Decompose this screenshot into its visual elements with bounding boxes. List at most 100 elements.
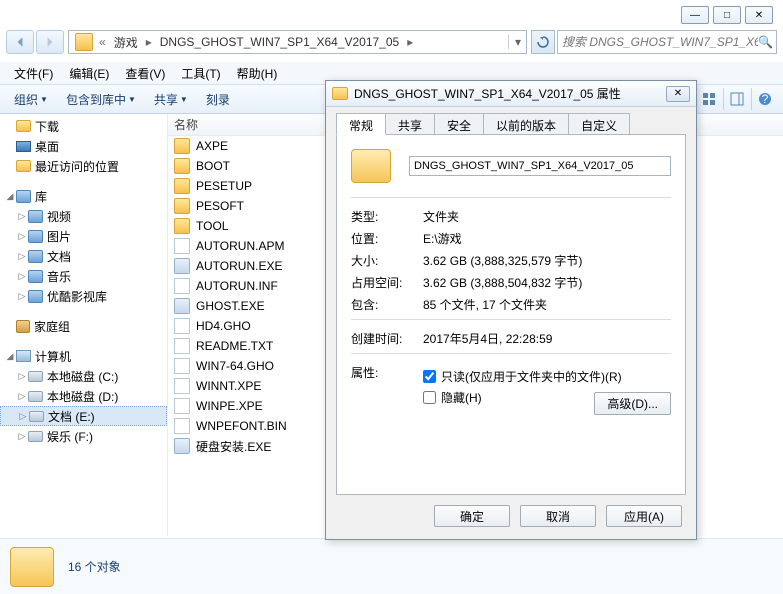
sidebar-item-downloads[interactable]: 下载 bbox=[0, 116, 167, 136]
preview-pane-button[interactable] bbox=[723, 88, 749, 110]
menu-view[interactable]: 查看(V) bbox=[117, 63, 173, 84]
tab-general[interactable]: 常规 bbox=[336, 113, 386, 135]
include-library-button[interactable]: 包含到库中▼ bbox=[58, 88, 144, 111]
created-value: 2017年5月4日, 22:28:59 bbox=[423, 330, 671, 347]
folder-icon bbox=[174, 138, 190, 154]
folder-icon bbox=[174, 198, 190, 214]
help-button[interactable]: ? bbox=[751, 88, 777, 110]
sidebar-item-documents[interactable]: ▷文档 bbox=[0, 246, 167, 266]
chevron-right-icon: ▸ bbox=[144, 35, 154, 49]
sidebar-item-recent[interactable]: 最近访问的位置 bbox=[0, 156, 167, 176]
hidden-checkbox[interactable] bbox=[423, 391, 436, 404]
svg-text:?: ? bbox=[761, 92, 768, 106]
apply-button[interactable]: 应用(A) bbox=[606, 505, 682, 527]
expand-icon[interactable]: ▷ bbox=[16, 211, 28, 222]
contains-label: 包含: bbox=[351, 296, 423, 313]
size-value: 3.62 GB (3,888,325,579 字节) bbox=[423, 252, 671, 269]
breadcrumb[interactable]: « 游戏 ▸ DNGS_GHOST_WIN7_SP1_X64_V2017_05 … bbox=[68, 30, 527, 54]
expand-icon[interactable]: ▷ bbox=[16, 251, 28, 262]
sidebar-item-drive-f[interactable]: ▷娱乐 (F:) bbox=[0, 426, 167, 446]
chevron-icon: « bbox=[97, 35, 108, 49]
sidebar-item-youku[interactable]: ▷优酷影视库 bbox=[0, 286, 167, 306]
close-window-button[interactable]: ✕ bbox=[745, 6, 773, 24]
expand-icon[interactable]: ▷ bbox=[16, 231, 28, 242]
file-icon bbox=[174, 338, 190, 354]
tab-security[interactable]: 安全 bbox=[434, 113, 484, 135]
drive-icon bbox=[28, 431, 43, 442]
properties-dialog: DNGS_GHOST_WIN7_SP1_X64_V2017_05 属性 ✕ 常规… bbox=[325, 80, 697, 540]
folder-icon bbox=[332, 87, 348, 100]
burn-button[interactable]: 刻录 bbox=[198, 88, 238, 111]
cancel-button[interactable]: 取消 bbox=[520, 505, 596, 527]
chevron-right-icon: ▸ bbox=[405, 35, 415, 49]
video-icon bbox=[28, 210, 43, 223]
refresh-button[interactable] bbox=[531, 30, 555, 54]
sidebar: 下载 桌面 最近访问的位置 ◢库 ▷视频 ▷图片 ▷文档 ▷音乐 ▷优酷影视库 … bbox=[0, 114, 168, 536]
file-icon bbox=[174, 358, 190, 374]
tab-share[interactable]: 共享 bbox=[385, 113, 435, 135]
sidebar-item-music[interactable]: ▷音乐 bbox=[0, 266, 167, 286]
folder-icon bbox=[174, 178, 190, 194]
window-controls: — □ ✕ bbox=[681, 6, 773, 24]
expand-icon[interactable]: ▷ bbox=[16, 371, 28, 382]
collapse-icon[interactable]: ◢ bbox=[4, 351, 16, 362]
folder-icon bbox=[174, 218, 190, 234]
dialog-close-button[interactable]: ✕ bbox=[666, 86, 690, 102]
expand-icon[interactable]: ▷ bbox=[16, 271, 28, 282]
menu-file[interactable]: 文件(F) bbox=[6, 63, 61, 84]
breadcrumb-dropdown[interactable]: ▾ bbox=[508, 35, 524, 49]
file-icon bbox=[174, 318, 190, 334]
tab-custom[interactable]: 自定义 bbox=[568, 113, 630, 135]
folder-icon bbox=[174, 158, 190, 174]
file-icon bbox=[174, 378, 190, 394]
back-button[interactable] bbox=[6, 30, 34, 54]
file-icon bbox=[174, 278, 190, 294]
view-options-button[interactable] bbox=[695, 88, 721, 110]
ondisk-label: 占用空间: bbox=[351, 274, 423, 291]
type-value: 文件夹 bbox=[423, 208, 671, 225]
status-bar: 16 个对象 bbox=[0, 538, 783, 594]
drive-icon bbox=[28, 371, 43, 382]
sidebar-item-library[interactable]: ◢库 bbox=[0, 186, 167, 206]
advanced-button[interactable]: 高级(D)... bbox=[594, 392, 671, 415]
type-label: 类型: bbox=[351, 208, 423, 225]
sidebar-item-homegroup[interactable]: 家庭组 bbox=[0, 316, 167, 336]
menu-edit[interactable]: 编辑(E) bbox=[61, 63, 117, 84]
dialog-titlebar[interactable]: DNGS_GHOST_WIN7_SP1_X64_V2017_05 属性 ✕ bbox=[326, 81, 696, 107]
status-text: 16 个对象 bbox=[68, 558, 121, 575]
minimize-button[interactable]: — bbox=[681, 6, 709, 24]
downloads-icon bbox=[16, 120, 31, 132]
search-input[interactable] bbox=[562, 35, 758, 49]
location-label: 位置: bbox=[351, 230, 423, 247]
file-icon bbox=[174, 238, 190, 254]
sidebar-item-videos[interactable]: ▷视频 bbox=[0, 206, 167, 226]
expand-icon[interactable]: ▷ bbox=[17, 411, 29, 422]
sidebar-item-desktop[interactable]: 桌面 bbox=[0, 136, 167, 156]
maximize-button[interactable]: □ bbox=[713, 6, 741, 24]
music-icon bbox=[28, 270, 43, 283]
search-box[interactable]: 🔍 bbox=[557, 30, 777, 54]
readonly-checkbox[interactable] bbox=[423, 370, 436, 383]
menu-help[interactable]: 帮助(H) bbox=[229, 63, 286, 84]
expand-icon[interactable]: ▷ bbox=[16, 391, 28, 402]
exe-icon bbox=[174, 438, 190, 454]
folder-name-input[interactable] bbox=[409, 156, 671, 176]
sidebar-item-drive-e[interactable]: ▷文档 (E:) bbox=[0, 406, 167, 426]
sidebar-item-pictures[interactable]: ▷图片 bbox=[0, 226, 167, 246]
collapse-icon[interactable]: ◢ bbox=[4, 191, 16, 202]
breadcrumb-part[interactable]: 游戏 bbox=[108, 34, 144, 51]
organize-button[interactable]: 组织▼ bbox=[6, 88, 56, 111]
sidebar-item-drive-d[interactable]: ▷本地磁盘 (D:) bbox=[0, 386, 167, 406]
expand-icon[interactable]: ▷ bbox=[16, 431, 28, 442]
ok-button[interactable]: 确定 bbox=[434, 505, 510, 527]
sidebar-item-drive-c[interactable]: ▷本地磁盘 (C:) bbox=[0, 366, 167, 386]
forward-button[interactable] bbox=[36, 30, 64, 54]
expand-icon[interactable]: ▷ bbox=[16, 291, 28, 302]
share-button[interactable]: 共享▼ bbox=[146, 88, 196, 111]
menu-tools[interactable]: 工具(T) bbox=[173, 63, 228, 84]
tab-previous-versions[interactable]: 以前的版本 bbox=[483, 113, 569, 135]
attributes-label: 属性: bbox=[351, 364, 423, 415]
folder-icon bbox=[10, 547, 54, 587]
sidebar-item-computer[interactable]: ◢计算机 bbox=[0, 346, 167, 366]
breadcrumb-part[interactable]: DNGS_GHOST_WIN7_SP1_X64_V2017_05 bbox=[154, 35, 405, 49]
